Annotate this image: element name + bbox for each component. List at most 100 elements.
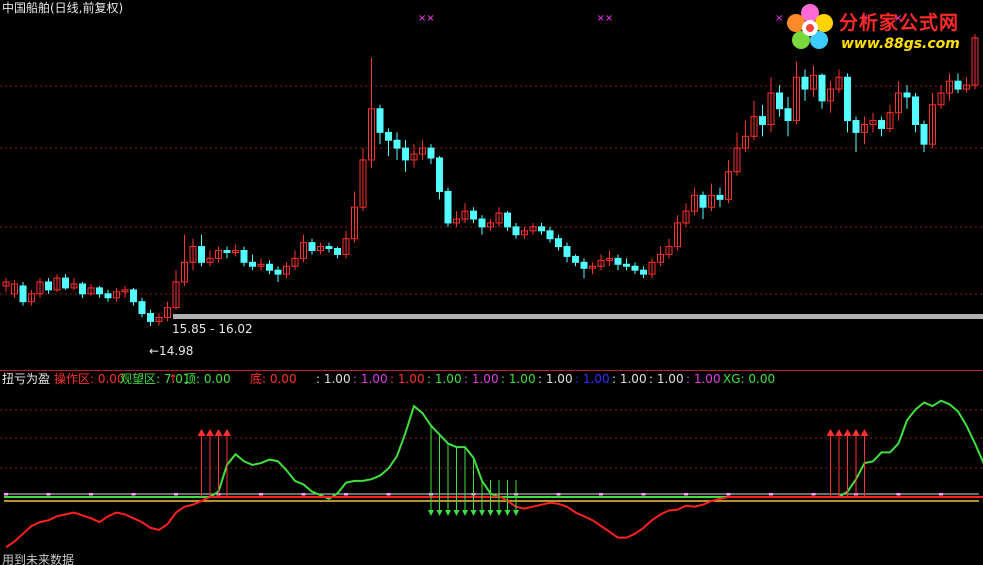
status-item: 顶: 0.00 [184,372,231,386]
status-item: : 1.00 [612,372,647,386]
baseline-tick [556,493,561,496]
site-logo: 分析家公式网 www.88gs.com [783,2,981,54]
candle-body [376,108,384,133]
sell-arrow-icon [504,510,511,516]
status-item: 操作区: 0.00 [54,372,125,386]
candle-body [538,226,545,232]
baseline-tick [386,493,391,496]
status-item: : 1.00 [686,372,721,386]
candle-body [393,139,401,149]
baseline-tick [896,493,901,496]
baseline-tick [131,493,136,496]
candle-body [79,283,86,295]
buy-arrow-icon [197,429,206,436]
sell-arrow-icon [428,510,434,516]
range-annotation: 15.85 - 16.02 [172,322,253,336]
buy-arrow-icon [214,429,223,436]
buy-arrow-icon [826,429,835,436]
status-item: : 1.00 [464,372,499,386]
candle-body [614,257,622,265]
baseline-tick [769,493,773,496]
footer-note: 用到未来数据 [2,553,75,565]
candle-body [784,108,792,122]
candle-body [138,301,146,314]
candle-body [19,285,27,303]
status-item: : 1.00 [538,372,573,386]
sell-arrow-icon [470,510,477,516]
sell-arrow-icon [462,510,468,516]
price-candles [2,33,979,327]
candle-body [249,261,256,267]
grid-lines [0,85,983,469]
candle-body [801,76,809,90]
baseline-tick [599,493,603,496]
buy-arrow-icon [206,429,214,436]
candle-body [147,313,154,322]
candle-body [223,250,231,253]
indicator-title: 扭亏为盈 [2,372,51,386]
baseline-tick [641,493,646,496]
status-item: : 1.00 [390,372,425,386]
candle-body [912,96,919,125]
sell-arrow-icon [453,510,460,516]
status-item: 底: 0.00 [250,372,297,386]
candle-body [759,116,766,125]
chart-canvas: ×××××××× [0,13,983,549]
buy-arrow-icon [835,429,843,436]
candle-body [104,293,112,299]
logo-url: www.88gs.com [841,36,960,52]
candle-body [844,76,851,122]
status-item: : 1.00 [427,372,462,386]
buy-arrow-icon [860,429,869,436]
candle-body [198,246,205,263]
status-item: : 1.00 [649,372,684,386]
series-line-green [6,399,983,501]
baseline-tick [174,493,178,496]
candle-body [818,74,826,102]
status-item: 观望区: 7.01 [120,372,191,386]
candle-body [130,289,137,303]
top-marker: ×× [418,13,435,24]
candle-body [427,147,435,159]
sell-arrow-icon [445,510,451,516]
baseline-tick [259,493,263,496]
candle-body [852,120,860,133]
chart-window: { "title": "中国船舶(日线,前复权)", "logo": { "te… [0,0,983,565]
candle-body [776,92,783,110]
sell-arrow-icon [513,510,519,516]
chart-title: 中国船舶(日线,前复权) [2,1,124,15]
candle-body [623,263,630,267]
candle-body [62,277,69,289]
candle-body [954,80,962,90]
baseline-tick [811,493,816,496]
candle-body [878,120,885,129]
buy-arrow-icon [223,429,231,436]
candle-body [716,194,724,200]
candle-body [920,124,928,145]
baseline-tick [344,493,348,496]
candle-body [325,246,333,250]
status-item: ↑ [168,372,179,386]
status-item: : 1.00 [501,372,536,386]
candle-body [96,287,103,295]
status-item: XG: 0.00 [723,372,776,386]
candle-body [546,230,554,240]
candle-body [240,250,248,263]
candle-body [504,212,511,228]
candle-body [572,255,579,263]
candle-body [444,190,452,224]
candle-body [640,269,647,275]
candle-body [308,242,316,251]
candle-body [266,263,273,271]
status-item: : 1.00 [316,372,351,386]
candle-body [470,210,477,220]
baseline-tick [939,493,943,496]
buy-arrow-icon [852,429,860,436]
candle-body [334,248,341,255]
candle-body [478,218,486,228]
flower-logo-icon [787,4,833,49]
top-marker: ×× [597,13,614,24]
low-annotation: ←14.98 [149,344,194,358]
sell-arrow-icon [496,510,502,516]
range-bar-fill [173,314,983,319]
